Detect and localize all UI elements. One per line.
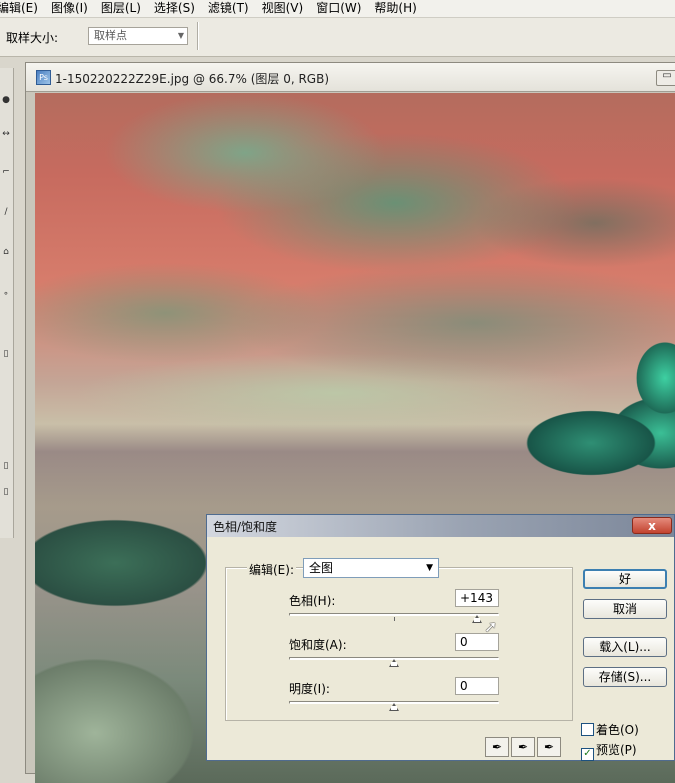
close-icon: x — [648, 519, 656, 533]
menu-select[interactable]: 选择(S) — [154, 0, 195, 17]
adjustment-group — [225, 567, 573, 721]
edit-label: 编辑(E): — [247, 561, 296, 578]
menu-bar: 编辑(E) 图像(I) 图层(L) 选择(S) 滤镜(T) 视图(V) 窗口(W… — [0, 0, 675, 18]
edit-range-value: 全图 — [309, 561, 334, 575]
toolbox: ● ↔ ⌐ ∕ ⌂ ∘ ▯ ▯ ▯ — [0, 68, 14, 538]
colorize-checkbox[interactable]: 着色(O) — [581, 723, 639, 737]
saturation-label: 饱和度(A): — [289, 638, 347, 652]
slider-center-tick — [394, 617, 395, 621]
tool-icon[interactable]: ▯ — [1, 488, 11, 497]
eyedropper-minus-icon[interactable]: ✒ — [537, 737, 561, 757]
sample-size-select[interactable]: 取样点 ▼ — [88, 27, 188, 45]
dialog-titlebar[interactable]: 色相/饱和度 x — [207, 515, 674, 537]
eyedropper-icon[interactable]: ✒ — [485, 737, 509, 757]
options-divider — [197, 22, 198, 50]
lightness-input[interactable]: 0 — [455, 677, 499, 695]
chevron-down-icon: ▼ — [177, 31, 184, 40]
menu-layer[interactable]: 图层(L) — [101, 0, 141, 17]
hue-slider-thumb[interactable] — [471, 615, 482, 623]
sample-size-label: 取样大小: — [6, 31, 59, 45]
checkbox-box[interactable]: ✓ — [581, 748, 594, 761]
ok-button[interactable]: 好 — [583, 569, 667, 589]
eyedropper-plus-icon[interactable]: ✒ — [511, 737, 535, 757]
rock-formation — [625, 333, 675, 423]
photoshop-document-icon: Ps — [36, 70, 51, 85]
dialog-title: 色相/饱和度 — [213, 520, 278, 534]
tool-icon[interactable]: ▯ — [1, 350, 11, 359]
sample-size-value: 取样点 — [94, 29, 127, 42]
tool-icon[interactable]: ⌂ — [1, 248, 11, 257]
tool-icon[interactable]: ∘ — [1, 290, 11, 299]
colorize-label: 着色(O) — [596, 723, 639, 737]
close-button[interactable]: x — [632, 517, 672, 534]
hue-input[interactable]: +143 — [455, 589, 499, 607]
saturation-slider[interactable] — [289, 657, 499, 667]
menu-window[interactable]: 窗口(W) — [316, 0, 361, 17]
tool-icon[interactable]: ∕ — [1, 208, 11, 217]
tool-icon[interactable]: ● — [1, 96, 11, 105]
mouse-pointer-icon: ➚ — [484, 617, 498, 636]
save-button[interactable]: 存储(S)... — [583, 667, 667, 687]
hue-slider[interactable] — [289, 613, 499, 623]
checkbox-box[interactable] — [581, 723, 594, 736]
lightness-slider-thumb[interactable] — [389, 703, 399, 711]
menu-image[interactable]: 图像(I) — [51, 0, 88, 17]
menu-filter[interactable]: 滤镜(T) — [208, 0, 249, 17]
tool-icon[interactable]: ▯ — [1, 462, 11, 471]
options-bar: 取样大小: 取样点 ▼ — [0, 18, 675, 57]
load-button[interactable]: 载入(L)... — [583, 637, 667, 657]
menu-view[interactable]: 视图(V) — [262, 0, 304, 17]
tool-icon[interactable]: ↔ — [1, 130, 11, 139]
preview-label: 预览(P) — [596, 743, 637, 757]
hue-label: 色相(H): — [289, 594, 336, 608]
saturation-slider-thumb[interactable] — [389, 659, 399, 667]
hue-saturation-dialog: 色相/饱和度 x 编辑(E): 全图 ▼ 色相(H): +143 饱和度(A):… — [206, 514, 675, 761]
menu-edit[interactable]: 编辑(E) — [0, 0, 38, 17]
minimize-button[interactable]: ▭ — [656, 70, 675, 86]
preview-checkbox[interactable]: ✓ 预览(P) — [581, 743, 637, 761]
tool-icon[interactable]: ⌐ — [1, 168, 11, 177]
cancel-button[interactable]: 取消 — [583, 599, 667, 619]
lightness-slider[interactable] — [289, 701, 499, 711]
menu-help[interactable]: 帮助(H) — [374, 0, 416, 17]
edit-range-select[interactable]: 全图 ▼ — [303, 558, 439, 578]
lightness-label: 明度(I): — [289, 682, 330, 696]
document-title: 1-150220222Z29E.jpg @ 66.7% (图层 0, RGB) — [55, 72, 330, 86]
chevron-down-icon: ▼ — [426, 563, 433, 573]
document-titlebar[interactable]: Ps 1-150220222Z29E.jpg @ 66.7% (图层 0, RG… — [26, 63, 675, 92]
